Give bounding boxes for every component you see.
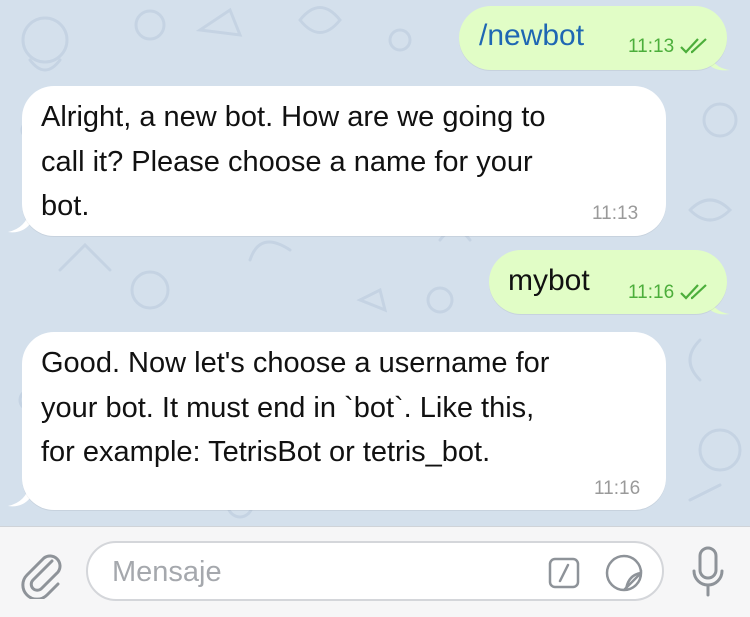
message-time: 11:16 [594, 478, 641, 499]
message-composer [0, 526, 750, 617]
paperclip-icon[interactable] [18, 547, 66, 599]
message-text: mybot [508, 264, 590, 297]
bot-command-link[interactable]: /newbot [479, 19, 584, 53]
double-check-icon [680, 38, 707, 54]
slash-command-icon[interactable] [548, 557, 580, 589]
chat-area[interactable]: /newbot 11:13 Alright, a new bot. How ar… [0, 0, 750, 526]
message-input-wrapper[interactable] [86, 541, 664, 601]
double-check-icon [680, 284, 707, 300]
message-time: 11:13 [628, 36, 675, 57]
message-text: Good. Now let's choose a username for yo… [41, 347, 550, 468]
sticker-icon[interactable] [604, 553, 644, 593]
message-text: Alright, a new bot. How are we going to … [41, 101, 546, 222]
message-input[interactable] [110, 551, 554, 593]
microphone-icon[interactable] [690, 545, 726, 601]
message-time: 11:13 [592, 203, 639, 224]
message-time: 11:16 [628, 282, 675, 303]
